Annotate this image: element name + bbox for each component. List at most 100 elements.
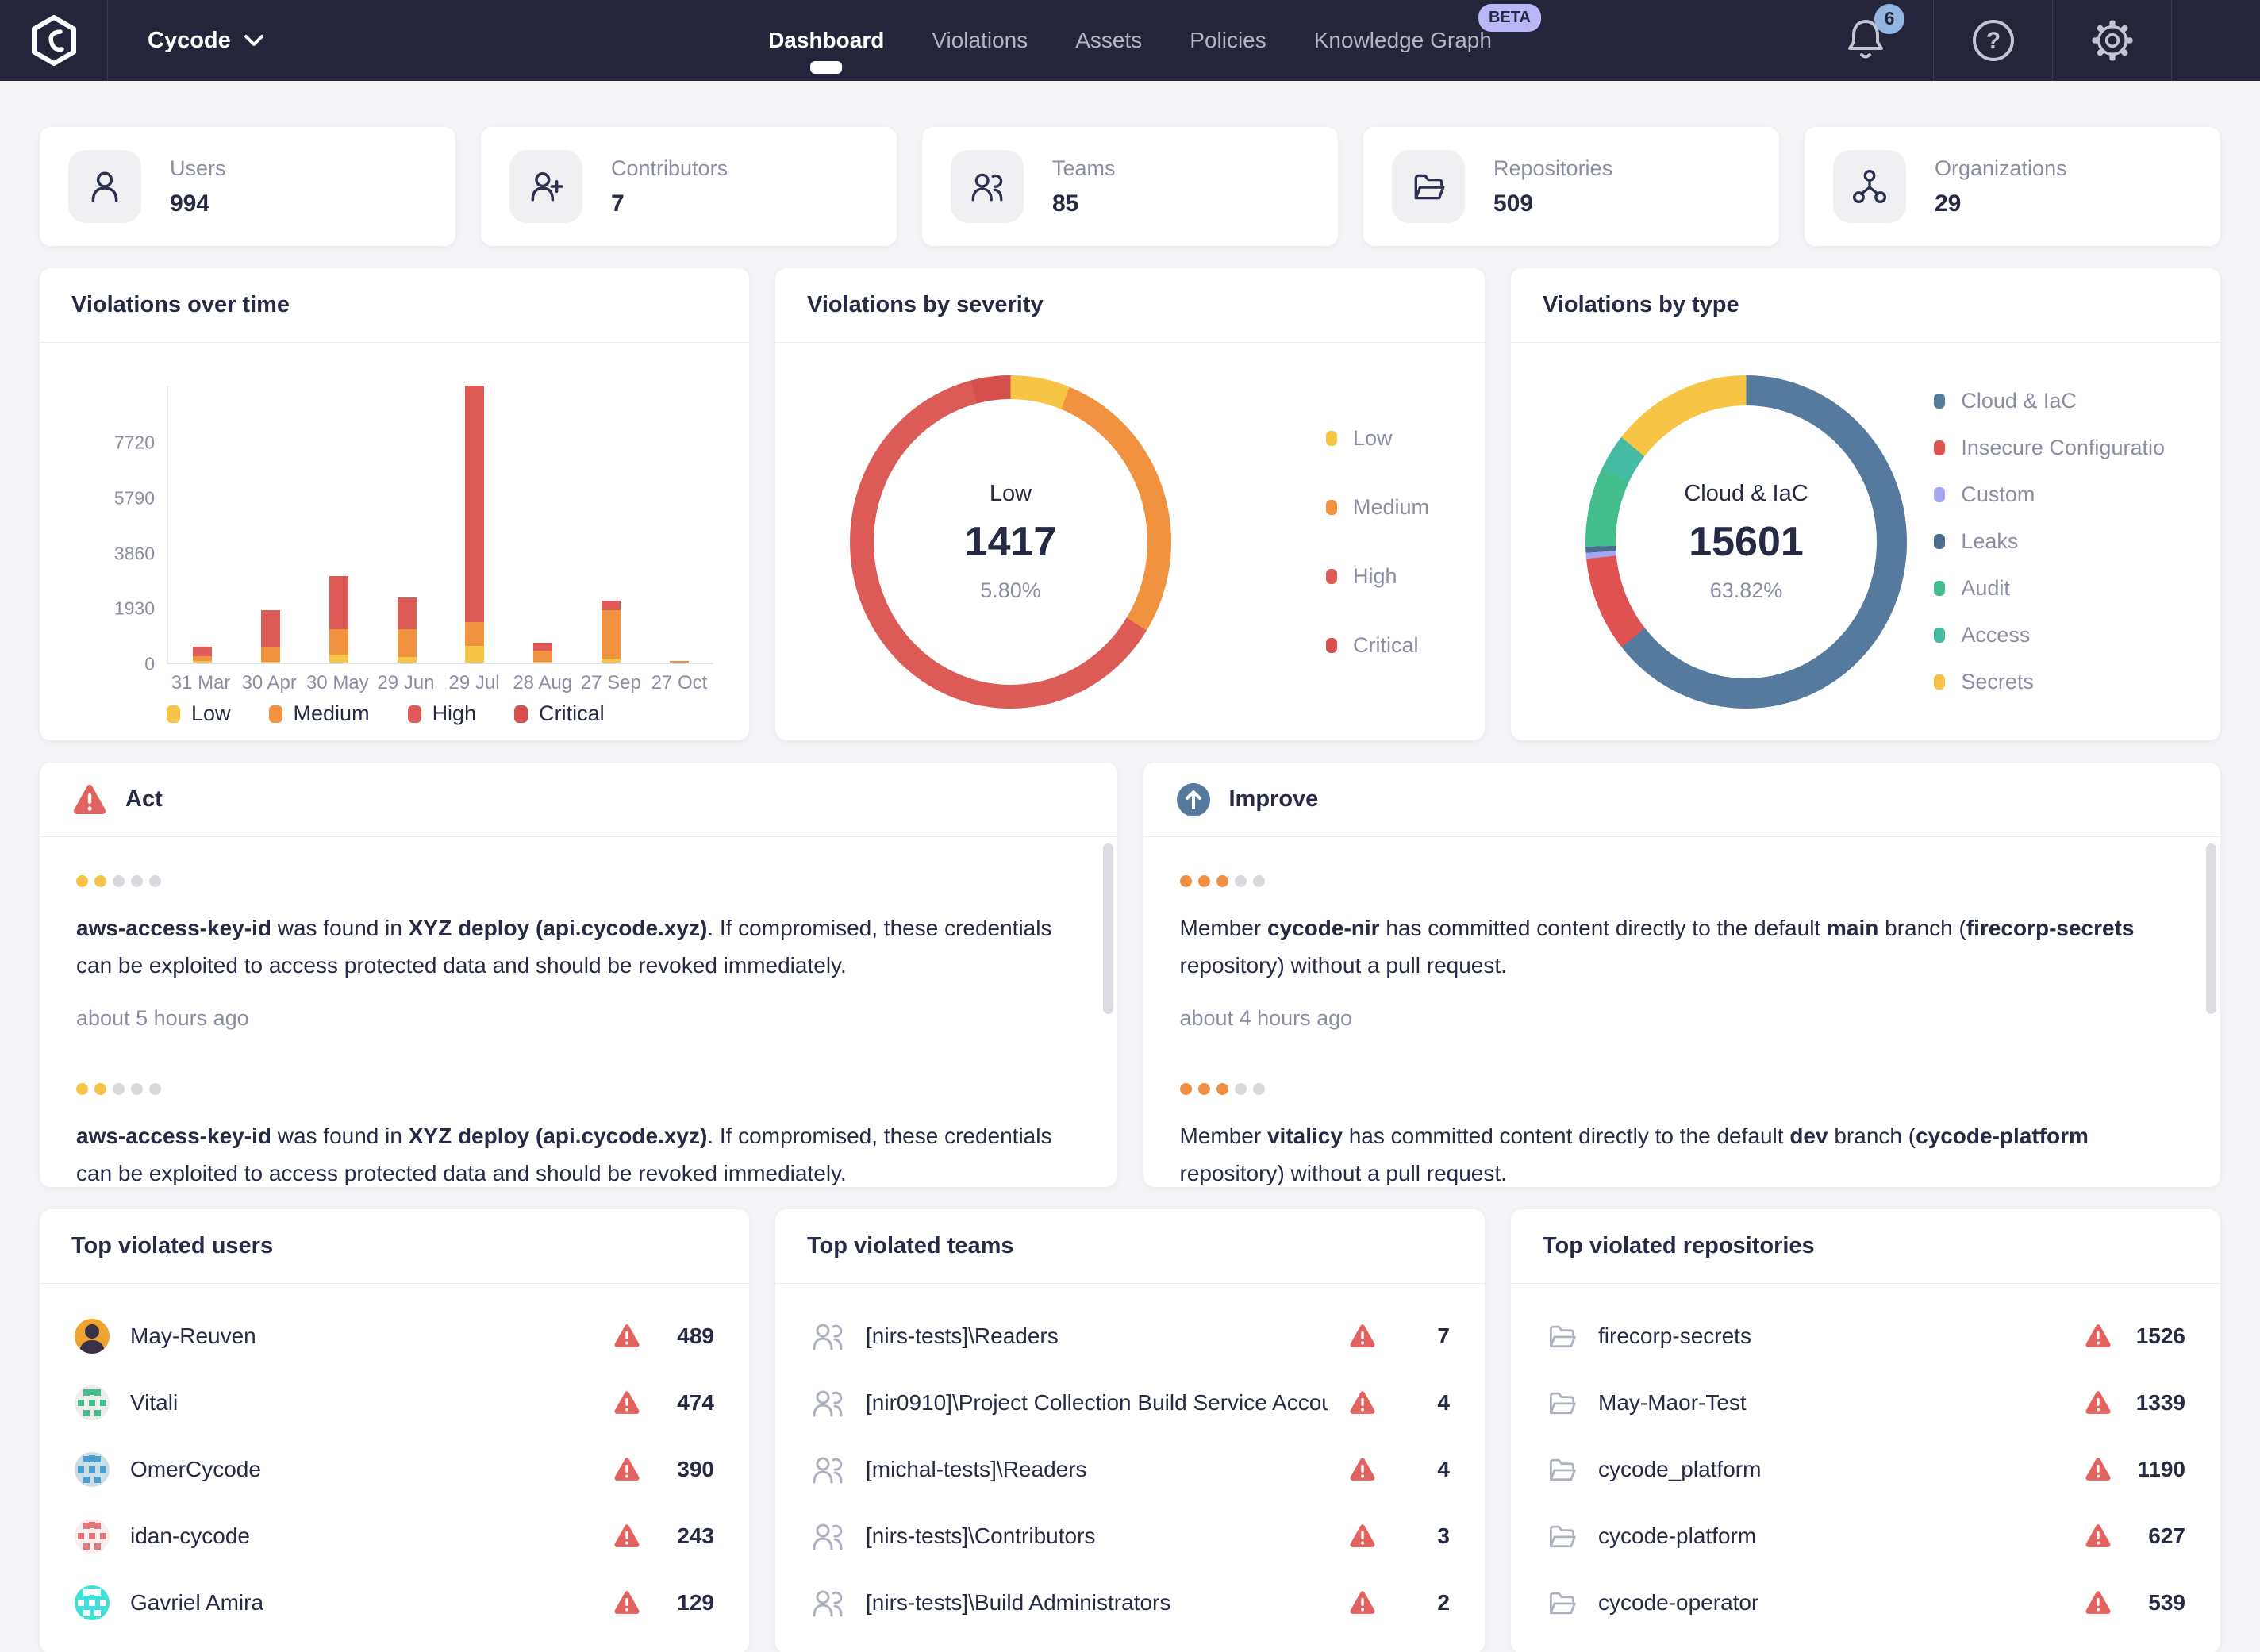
stat-card-organizations[interactable]: Organizations 29 xyxy=(1805,127,2220,246)
warning-triangle-icon xyxy=(613,1389,641,1416)
bar-31-mar[interactable] xyxy=(168,647,236,663)
legend-item-low[interactable]: Low xyxy=(1326,426,1429,451)
legend-item-critical[interactable]: Critical xyxy=(514,701,605,726)
repo-row[interactable]: cycode-platform 627 xyxy=(1546,1503,2185,1569)
violation-count: 627 xyxy=(2127,1523,2185,1549)
warning-triangle-icon xyxy=(71,782,108,817)
navbar-end-spacer xyxy=(2171,0,2260,81)
team-row[interactable]: [nir0910]\Project Collection Build Servi… xyxy=(810,1370,1450,1436)
team-row[interactable]: [nirs-tests]\Build Administrators 2 xyxy=(810,1569,1450,1636)
avatar xyxy=(75,1519,110,1554)
center-label: Low xyxy=(990,481,1032,507)
tab-assets[interactable]: Assets xyxy=(1075,28,1142,53)
legend-item-custom[interactable]: Custom xyxy=(1934,482,2165,507)
repo-row[interactable]: cycode-operator 539 xyxy=(1546,1569,2185,1636)
org-switcher[interactable]: Cycode xyxy=(148,0,264,81)
legend-item-high[interactable]: High xyxy=(408,701,477,726)
improve-feed-item[interactable]: Member vitalicy has committed content di… xyxy=(1180,1083,2185,1187)
type-donut-body: Cloud & IaC 15601 63.82% Cloud & IaC Inse… xyxy=(1511,343,2220,740)
user-row[interactable]: idan-cycode 243 xyxy=(75,1503,714,1569)
legend-item-medium[interactable]: Medium xyxy=(269,701,370,726)
user-row[interactable]: Vitali 474 xyxy=(75,1370,714,1436)
panel-title: Act xyxy=(125,786,163,813)
violations-by-type-panel: Violations by type Cloud & IaC 15601 63.… xyxy=(1511,268,2220,740)
feed-message: aws-access-key-id was found in XYZ deplo… xyxy=(76,909,1081,984)
act-feed-item[interactable]: aws-access-key-id was found in XYZ deplo… xyxy=(76,1083,1081,1187)
type-donut-chart[interactable]: Cloud & IaC 15601 63.82% xyxy=(1585,375,1907,709)
improve-feed-item[interactable]: Member cycode-nir has committed content … xyxy=(1180,875,2185,1031)
severity-donut-chart[interactable]: Low 1417 5.80% xyxy=(850,375,1171,709)
legend-item-low[interactable]: Low xyxy=(167,701,231,726)
legend-item-secrets[interactable]: Secrets xyxy=(1934,670,2165,694)
warning-triangle-icon xyxy=(2084,1389,2112,1416)
warning-triangle-icon xyxy=(613,1456,641,1483)
repo-name: May-Maor-Test xyxy=(1598,1390,1747,1416)
violation-count: 1339 xyxy=(2127,1390,2185,1416)
legend-item-leaks[interactable]: Leaks xyxy=(1934,529,2165,554)
team-name: [michal-tests]\Readers xyxy=(866,1457,1087,1482)
violations-over-time-chart[interactable]: 01930386057907720 31 Mar30 Apr30 May29 J… xyxy=(40,343,749,740)
tab-violations[interactable]: Violations xyxy=(932,28,1028,53)
act-feed: aws-access-key-id was found in XYZ deplo… xyxy=(40,837,1117,1187)
top-navbar: Cycode Dashboard Violations Assets Polic… xyxy=(0,0,2260,81)
type-legend: Cloud & IaC Insecure Configuratio Custom Le… xyxy=(1934,378,2165,705)
legend-item-insecure-configuratio[interactable]: Insecure Configuratio xyxy=(1934,436,2165,460)
notifications-button[interactable]: 6 xyxy=(1798,0,1933,81)
bar-29-jul[interactable] xyxy=(441,386,509,663)
bar-chart-y-axis: 01930386057907720 xyxy=(40,386,155,664)
legend-item-access[interactable]: Access xyxy=(1934,623,2165,647)
act-feed-item[interactable]: aws-access-key-id was found in XYZ deplo… xyxy=(76,875,1081,1031)
bar-chart-plot[interactable] xyxy=(167,386,713,664)
warning-triangle-icon xyxy=(2084,1456,2112,1483)
bottom-row: Top violated users May-Reuven 489 Vitali xyxy=(40,1209,2220,1652)
gear-icon xyxy=(2088,16,2137,65)
bar-29-jun[interactable] xyxy=(373,597,441,663)
repo-row[interactable]: firecorp-secrets 1526 xyxy=(1546,1303,2185,1370)
tab-policies[interactable]: Policies xyxy=(1190,28,1266,53)
stat-card-repositories[interactable]: Repositories 509 xyxy=(1363,127,1779,246)
team-row[interactable]: [michal-tests]\Readers 4 xyxy=(810,1436,1450,1503)
bar-30-apr[interactable] xyxy=(236,610,305,663)
warning-triangle-icon xyxy=(1348,1523,1377,1550)
user-row[interactable]: OmerCycode 390 xyxy=(75,1436,714,1503)
user-name: Vitali xyxy=(130,1390,178,1416)
cycode-logo[interactable] xyxy=(0,0,108,81)
settings-button[interactable] xyxy=(2052,0,2171,81)
legend-item-medium[interactable]: Medium xyxy=(1326,495,1429,520)
act-scrollbar xyxy=(1103,843,1113,1181)
team-row[interactable]: [nirs-tests]\Contributors 3 xyxy=(810,1503,1450,1569)
act-scrollbar-thumb[interactable] xyxy=(1103,843,1113,1014)
tab-dashboard[interactable]: Dashboard xyxy=(768,28,884,53)
stat-value: 7 xyxy=(611,190,728,217)
help-button[interactable]: ? xyxy=(1933,0,2052,81)
bar-27-sep[interactable] xyxy=(577,601,645,663)
main-nav: Dashboard Violations Assets Policies Kno… xyxy=(768,0,1492,81)
legend-item-audit[interactable]: Audit xyxy=(1934,576,2165,601)
violation-count: 539 xyxy=(2127,1590,2185,1616)
stat-card-contributors[interactable]: Contributors 7 xyxy=(481,127,897,246)
violation-count: 390 xyxy=(655,1457,714,1482)
repo-row[interactable]: May-Maor-Test 1339 xyxy=(1546,1370,2185,1436)
panel-title: Violations by type xyxy=(1511,268,2220,343)
violation-count: 489 xyxy=(655,1324,714,1349)
tab-knowledge-graph[interactable]: Knowledge Graph BETA xyxy=(1314,28,1492,53)
legend-item-critical[interactable]: Critical xyxy=(1326,633,1429,658)
legend-item-high[interactable]: High xyxy=(1326,564,1429,589)
navbar-actions: 6 ? xyxy=(1798,0,2260,81)
warning-triangle-icon xyxy=(613,1589,641,1616)
bar-30-may[interactable] xyxy=(305,576,373,663)
bar-28-aug[interactable] xyxy=(509,643,577,663)
improve-scrollbar-thumb[interactable] xyxy=(2206,843,2216,1014)
team-row[interactable]: [nirs-tests]\Readers 7 xyxy=(810,1303,1450,1370)
user-row[interactable]: Gavriel Amira 129 xyxy=(75,1569,714,1636)
user-row[interactable]: May-Reuven 489 xyxy=(75,1303,714,1370)
act-panel: Act aws-access-key-id was found in XYZ d… xyxy=(40,763,1117,1187)
stat-card-teams[interactable]: Teams 85 xyxy=(922,127,1338,246)
bar-27-oct[interactable] xyxy=(645,661,713,663)
stat-card-users[interactable]: Users 994 xyxy=(40,127,455,246)
top-violated-users-panel: Top violated users May-Reuven 489 Vitali xyxy=(40,1209,749,1652)
legend-item-cloud-iac[interactable]: Cloud & IaC xyxy=(1934,389,2165,413)
violation-count: 7 xyxy=(1391,1324,1450,1349)
repo-row[interactable]: cycode_platform 1190 xyxy=(1546,1436,2185,1503)
svg-text:?: ? xyxy=(1985,28,2000,54)
